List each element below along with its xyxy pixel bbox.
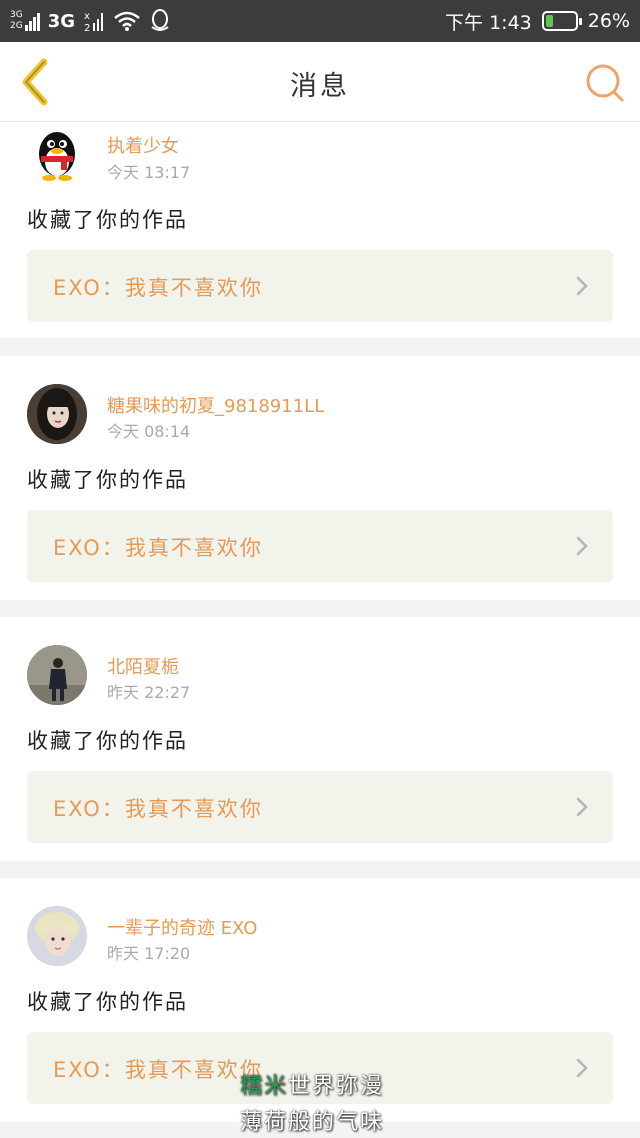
username[interactable]: 执着少女 [107,132,179,158]
timestamp: 昨天 22:27 [107,683,191,702]
wifi-icon [114,11,140,31]
work-title: EXO：我真不喜欢你 [53,276,263,300]
work-link[interactable]: EXO：我真不喜欢你 [27,250,613,322]
message-card: 北陌夏栀 昨天 22:27 收藏了你的作品 EXO：我真不喜欢你 [0,617,640,861]
network-type: 3G [47,10,76,32]
girl-portrait-avatar [27,384,87,444]
clock: 下午 1:43 [445,11,532,34]
work-title: EXO：我真不喜欢你 [53,536,263,560]
action-text: 收藏了你的作品 [27,208,188,232]
battery-percent: 26% [587,10,630,32]
action-text: 收藏了你的作品 [27,990,188,1014]
signal-icon [24,11,40,31]
timestamp: 今天 08:14 [107,422,191,441]
sim-labels: 3G 2G [10,10,23,32]
watermark-text: 世界弥漫 [288,1074,385,1099]
message-card: 执着少女 今天 13:17 收藏了你的作品 EXO：我真不喜欢你 [0,122,640,338]
sim1-label: 3G [10,10,23,20]
message-card: 糖果味的初夏_9818911LL 今天 08:14 收藏了你的作品 EXO：我真… [0,356,640,600]
avatar [27,126,87,186]
sim2-label: 2G [10,21,23,31]
blonde-boy-avatar [27,906,87,966]
timestamp: 今天 13:17 [107,163,191,182]
data-arrows-icon: x 2 [84,11,104,33]
avatar [27,384,87,444]
standing-person-avatar [27,645,87,705]
page-title: 消息 [290,71,350,102]
action-text: 收藏了你的作品 [27,468,188,492]
chevron-right-icon [576,1058,588,1078]
username[interactable]: 糖果味的初夏_9818911LL [107,392,324,418]
username[interactable]: 北陌夏栀 [107,653,179,679]
search-button[interactable] [584,62,626,104]
status-right-group: 下午 1:43 26% [445,8,630,35]
watermark-highlight: 糯米 [240,1074,289,1099]
svg-text:x: x [84,11,90,22]
qq-icon [151,9,169,31]
status-left-group: 3G 2G 3G x 2 [10,9,171,33]
svg-text:2: 2 [84,23,90,33]
battery-fill [545,15,554,27]
chevron-right-icon [576,797,588,817]
watermark-line-2: 薄荷般的气味 [240,1110,385,1135]
work-title: EXO：我真不喜欢你 [53,1058,263,1082]
watermark-line-1: 糯米世界弥漫 [240,1068,420,1100]
work-link[interactable]: EXO：我真不喜欢你 [27,510,613,582]
battery-icon [541,11,582,31]
work-title: EXO：我真不喜欢你 [53,797,263,821]
search-icon [586,64,624,102]
avatar [27,645,87,705]
status-bar: 3G 2G 3G x 2 下午 1:43 26% [0,0,640,42]
nav-bar: 消息 [0,42,640,122]
chevron-right-icon [576,536,588,556]
work-link[interactable]: EXO：我真不喜欢你 [27,771,613,843]
avatar [27,906,87,966]
action-text: 收藏了你的作品 [27,729,188,753]
dual-sim-indicator: 3G 2G [10,10,40,32]
timestamp: 昨天 17:20 [107,944,191,963]
username[interactable]: 一辈子的奇迹 EXO [107,914,257,940]
qq-penguin-avatar [39,132,75,181]
chevron-right-icon [576,276,588,296]
